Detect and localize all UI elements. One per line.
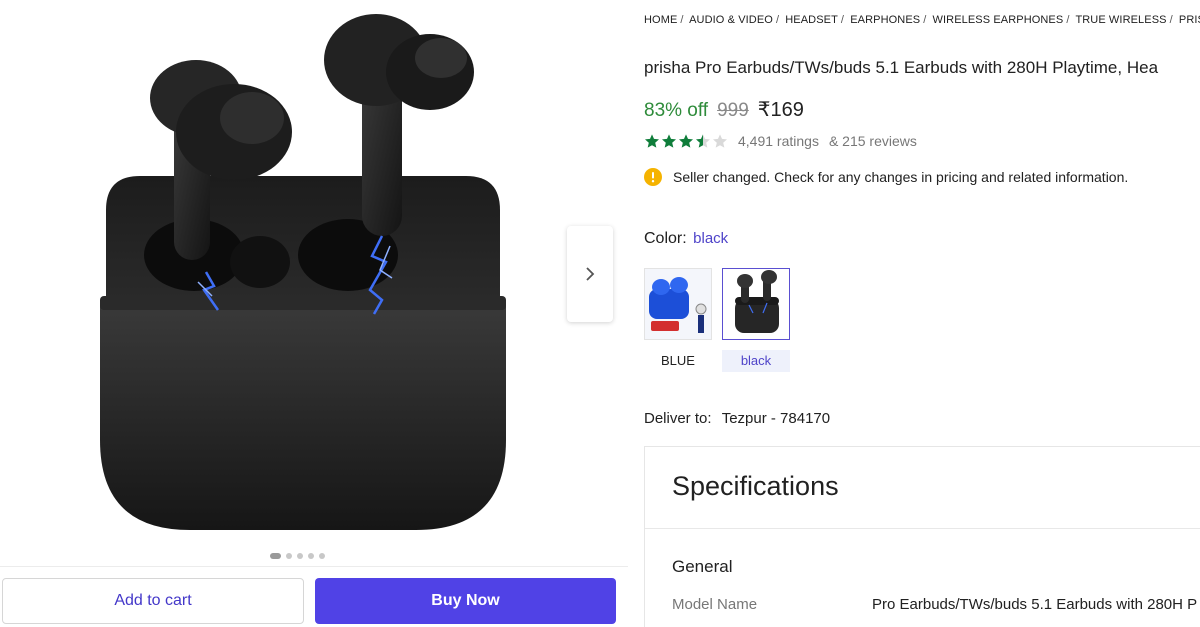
price-row: 83% off 999 ₹169 bbox=[644, 97, 804, 122]
black-earbuds-thumbnail bbox=[723, 269, 789, 339]
selling-price: ₹169 bbox=[757, 99, 804, 121]
carousel-dot[interactable] bbox=[270, 553, 281, 559]
breadcrumb-earphones[interactable]: EARPHONES bbox=[850, 14, 920, 26]
star-icon bbox=[662, 134, 676, 148]
seller-changed-notice: Seller changed. Check for any changes in… bbox=[644, 168, 1128, 186]
specifications-heading: Specifications bbox=[672, 471, 839, 501]
info-icon bbox=[644, 168, 662, 186]
breadcrumb-true-wireless[interactable]: TRUE WIRELESS bbox=[1075, 14, 1166, 26]
delivery-location[interactable]: Deliver to: Tezpur - 784170 bbox=[644, 410, 830, 427]
buy-now-button[interactable]: Buy Now bbox=[315, 578, 616, 624]
product-title: prisha Pro Earbuds/TWs/buds 5.1 Earbuds … bbox=[644, 58, 1159, 77]
carousel-dots bbox=[270, 553, 325, 559]
breadcrumb-wireless-earphones[interactable]: WIRELESS EARPHONES bbox=[933, 14, 1064, 26]
carousel-dot[interactable] bbox=[297, 553, 303, 559]
breadcrumb-separator: / bbox=[1169, 14, 1173, 26]
breadcrumb-separator: / bbox=[840, 14, 845, 26]
color-selector-label: Color: black bbox=[644, 230, 728, 248]
star-icon bbox=[679, 134, 693, 148]
breadcrumb-separator: / bbox=[775, 14, 780, 26]
reviews-count: & 215 reviews bbox=[828, 133, 917, 149]
breadcrumb-separator: / bbox=[1066, 14, 1070, 26]
delivery-place: Tezpur - 784170 bbox=[721, 410, 831, 427]
breadcrumb-home[interactable]: HOME bbox=[644, 14, 677, 26]
color-option-blue[interactable]: BLUE bbox=[644, 350, 712, 372]
color-swatch-black[interactable] bbox=[722, 268, 790, 340]
chevron-right-icon bbox=[586, 267, 595, 281]
spec-value: Pro Earbuds/TWs/buds 5.1 Earbuds with 28… bbox=[872, 596, 1198, 613]
selected-color: black bbox=[693, 230, 729, 247]
ratings-count: 4,491 ratings bbox=[738, 133, 819, 149]
rating-row[interactable]: 4,491 ratings & 215 reviews bbox=[644, 133, 917, 149]
next-image-button[interactable] bbox=[567, 226, 613, 322]
spec-section-title: General bbox=[672, 557, 733, 576]
star-rating bbox=[644, 133, 728, 149]
color-label: Color: bbox=[644, 230, 687, 247]
product-image[interactable] bbox=[86, 0, 520, 540]
notice-text: Seller changed. Check for any changes in… bbox=[673, 169, 1129, 185]
color-option-black[interactable]: black bbox=[722, 350, 790, 372]
blue-earbuds-thumbnail bbox=[645, 269, 711, 339]
breadcrumb-separator: / bbox=[923, 14, 927, 26]
spec-key: Model Name bbox=[672, 596, 758, 613]
star-icon bbox=[645, 134, 659, 148]
carousel-dot[interactable] bbox=[286, 553, 292, 559]
discount-badge: 83% off bbox=[644, 100, 709, 121]
breadcrumb-separator: / bbox=[680, 14, 684, 26]
original-price: 999 bbox=[717, 100, 749, 121]
star-half-icon bbox=[696, 134, 710, 148]
color-swatch-blue[interactable] bbox=[644, 268, 712, 340]
breadcrumb-brand[interactable]: PRISHA T bbox=[1179, 14, 1200, 26]
action-bar: Add to cart Buy Now bbox=[0, 566, 628, 627]
breadcrumb-headset[interactable]: HEADSET bbox=[785, 14, 838, 26]
product-details: HOME / AUDIO & VIDEO / HEADSET / EARPHONES /… bbox=[644, 0, 1200, 627]
breadcrumb: HOME / AUDIO & VIDEO / HEADSET / EARPHONES /… bbox=[644, 14, 1200, 26]
carousel-dot[interactable] bbox=[319, 553, 325, 559]
specifications-panel: Specifications General Model Name Pro Ea… bbox=[644, 446, 1200, 627]
deliver-label: Deliver to: bbox=[644, 410, 712, 427]
carousel-dot[interactable] bbox=[308, 553, 314, 559]
breadcrumb-audio-video[interactable]: AUDIO & VIDEO bbox=[689, 14, 773, 26]
image-gallery: Add to cart Buy Now bbox=[0, 0, 628, 627]
star-empty-icon bbox=[713, 134, 727, 148]
divider bbox=[645, 528, 1200, 529]
add-to-cart-button[interactable]: Add to cart bbox=[2, 578, 304, 624]
